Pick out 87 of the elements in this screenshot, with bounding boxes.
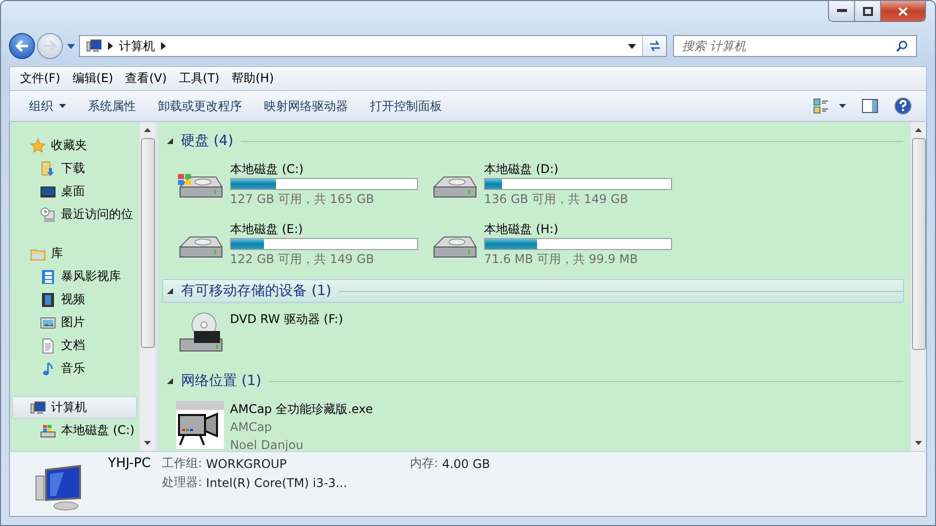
breadcrumb-arrow-icon bbox=[108, 42, 113, 50]
breadcrumb-item[interactable]: 计算机 bbox=[119, 38, 155, 54]
star-icon bbox=[30, 138, 46, 154]
sidebar-item[interactable]: 本地磁盘 (C:) bbox=[10, 419, 137, 442]
detail-value: 4.00 GB bbox=[442, 456, 490, 470]
group-header[interactable]: 网络位置 (1) bbox=[162, 369, 904, 393]
toolbar-button[interactable]: 系统属性 bbox=[77, 94, 147, 118]
maximize-icon bbox=[862, 6, 872, 16]
sidebar-item[interactable]: 图片 bbox=[10, 311, 137, 334]
drive-name[interactable]: AMCap 全功能珍藏版.exe bbox=[230, 401, 373, 418]
dropdown-arrow-icon bbox=[839, 104, 846, 108]
breadcrumb-arrow-icon bbox=[161, 42, 166, 50]
system-drive-icon bbox=[40, 422, 56, 438]
refresh-icon bbox=[648, 40, 662, 52]
help-icon bbox=[894, 97, 912, 115]
drive-name[interactable]: 本地磁盘 (H:) bbox=[484, 221, 672, 238]
recent-places-icon bbox=[40, 206, 56, 222]
view-list-icon bbox=[813, 98, 831, 114]
menu-item[interactable]: 查看(V) bbox=[119, 70, 173, 87]
drive-name[interactable]: 本地磁盘 (E:) bbox=[230, 221, 418, 238]
video-camera-icon bbox=[176, 401, 224, 449]
sidebar-item[interactable]: 桌面 bbox=[10, 180, 137, 203]
document-icon bbox=[40, 338, 56, 354]
free-space-text: 136 GB 可用，共 149 GB bbox=[484, 191, 630, 208]
file-detail-text: AMCap bbox=[230, 419, 273, 436]
dropdown-arrow-icon bbox=[59, 104, 66, 108]
detail-value: WORKGROUP bbox=[206, 456, 288, 470]
menu-item[interactable]: 编辑(E) bbox=[66, 70, 120, 87]
desktop-icon bbox=[40, 184, 56, 200]
detail-value: Intel(R) Core(TM) i3-3... bbox=[206, 476, 348, 490]
search-icon bbox=[896, 40, 908, 52]
maximize-button[interactable] bbox=[855, 1, 881, 21]
dropdown-arrow-icon[interactable] bbox=[628, 44, 636, 48]
computer-name: YHJ-PC bbox=[108, 456, 152, 471]
scrollbar[interactable] bbox=[910, 122, 926, 451]
drive-name[interactable]: DVD RW 驱动器 (F:) bbox=[230, 311, 344, 328]
picture-icon bbox=[40, 314, 56, 330]
search-field[interactable]: 搜索 计算机 bbox=[673, 35, 917, 57]
collapse-arrow-icon bbox=[167, 288, 173, 294]
computer-icon bbox=[86, 38, 102, 54]
sidebar-item[interactable]: 视频 bbox=[10, 288, 137, 311]
collapse-arrow-icon bbox=[167, 138, 173, 144]
toolbar-button[interactable]: 打开控制面板 bbox=[359, 94, 453, 118]
free-space-text: 127 GB 可用，共 165 GB bbox=[230, 191, 376, 208]
free-space-text: 122 GB 可用，共 149 GB bbox=[230, 251, 376, 268]
drive-name[interactable]: 本地磁盘 (C:) bbox=[230, 161, 418, 178]
detail-label: 内存: bbox=[410, 455, 438, 472]
scroll-up-icon bbox=[915, 128, 922, 132]
group-header[interactable]: 有可移动存储的设备 (1) bbox=[162, 279, 904, 303]
detail-label: 工作组: bbox=[162, 455, 202, 472]
computer-icon bbox=[30, 400, 46, 416]
close-button[interactable] bbox=[881, 1, 925, 21]
sidebar-item[interactable]: 收藏夹 bbox=[10, 134, 137, 157]
scroll-down-icon bbox=[144, 441, 151, 445]
detail-label: 处理器: bbox=[162, 474, 202, 491]
drive-name[interactable]: 本地磁盘 (D:) bbox=[484, 161, 672, 178]
scroll-down-icon bbox=[915, 441, 922, 445]
menu-item[interactable]: 帮助(H) bbox=[226, 70, 280, 87]
sidebar-item[interactable]: 计算机 bbox=[12, 396, 137, 419]
refresh-button[interactable] bbox=[642, 36, 666, 56]
download-folder-icon bbox=[40, 160, 56, 176]
collapse-arrow-icon bbox=[167, 378, 173, 384]
menu-item[interactable]: 文件(F) bbox=[14, 70, 66, 87]
scroll-up-icon bbox=[144, 128, 151, 132]
group-header[interactable]: 硬盘 (4) bbox=[162, 129, 904, 153]
toolbar-button[interactable]: 卸载或更改程序 bbox=[147, 94, 253, 118]
sidebar-item[interactable]: 文档 bbox=[10, 334, 137, 357]
minimize-icon bbox=[836, 9, 846, 13]
back-arrow-icon bbox=[15, 40, 29, 52]
back-button[interactable] bbox=[9, 33, 35, 59]
free-space-text: 71.6 MB 可用，共 99.9 MB bbox=[484, 251, 639, 268]
sidebar-item[interactable]: 下载 bbox=[10, 157, 137, 180]
sidebar-item[interactable]: 库 bbox=[10, 242, 137, 265]
minimize-button[interactable] bbox=[829, 1, 855, 21]
address-bar[interactable]: 计算机 bbox=[79, 35, 667, 57]
film-icon bbox=[40, 292, 56, 308]
preview-pane-icon bbox=[862, 99, 878, 113]
scrollbar[interactable] bbox=[139, 122, 155, 451]
sidebar-item[interactable]: 音乐 bbox=[10, 357, 137, 380]
menu-item[interactable]: 工具(T) bbox=[172, 70, 226, 87]
media-library-icon bbox=[40, 268, 56, 284]
toolbar-button[interactable]: 组织 bbox=[18, 94, 77, 118]
sidebar-item[interactable]: 暴风影视库 bbox=[10, 265, 137, 288]
sidebar-item[interactable]: 最近访问的位 bbox=[10, 203, 137, 226]
toolbar-button[interactable]: 映射网络驱动器 bbox=[253, 94, 359, 118]
forward-arrow-icon bbox=[43, 40, 57, 52]
close-icon bbox=[898, 6, 908, 16]
